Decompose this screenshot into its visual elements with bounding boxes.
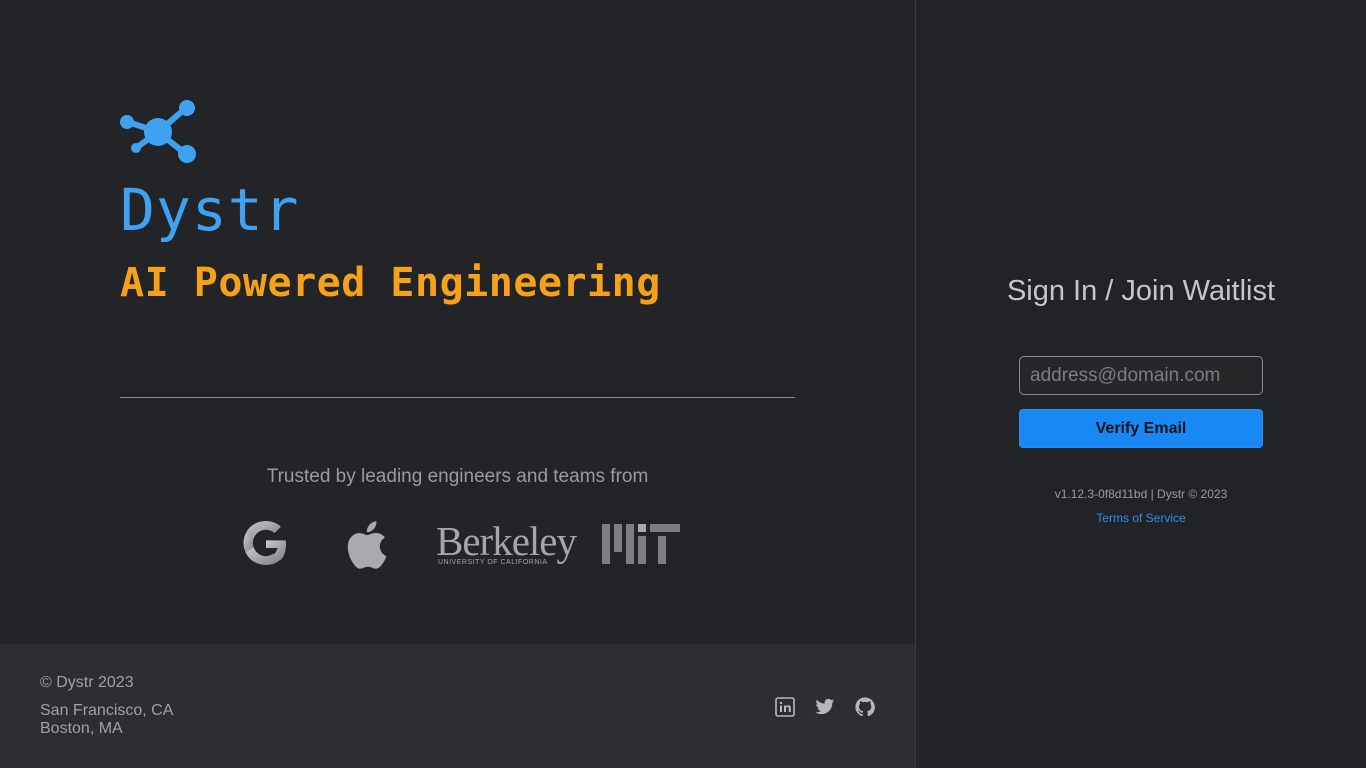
mit-logo xyxy=(602,524,680,564)
verify-email-button[interactable]: Verify Email xyxy=(1019,409,1263,448)
footer-address: San Francisco, CA Boston, MA xyxy=(40,702,173,738)
terms-of-service: Terms of Service xyxy=(916,511,1366,525)
address-line-sf: San Francisco, CA xyxy=(40,702,174,719)
berkeley-logo: Berkeley UNIVERSITY OF CALIFORNIA xyxy=(436,518,577,567)
section-divider xyxy=(120,397,795,398)
brand-tagline: AI Powered Engineering xyxy=(120,260,661,306)
apple-logo xyxy=(347,521,387,569)
trusted-by-text: Trusted by leading engineers and teams f… xyxy=(266,466,649,487)
signin-title: Sign In / Join Waitlist xyxy=(1006,275,1276,307)
linkedin-icon[interactable] xyxy=(775,697,795,717)
network-nodes-icon xyxy=(120,100,196,163)
twitter-icon[interactable] xyxy=(815,697,835,717)
github-icon[interactable] xyxy=(855,697,875,717)
email-input[interactable] xyxy=(1019,356,1263,395)
version-text: v1.12.3-0f8d11bd | Dystr © 2023 xyxy=(1054,487,1228,501)
google-logo xyxy=(243,521,286,565)
customer-logos: Berkeley UNIVERSITY OF CALIFORNIA xyxy=(120,515,795,575)
brand-name: Dystr xyxy=(120,176,300,244)
footer-copyright: © Dystr 2023 xyxy=(40,674,134,691)
address-line-boston: Boston, MA xyxy=(40,720,123,737)
terms-of-service-link[interactable]: Terms of Service xyxy=(1096,511,1185,525)
